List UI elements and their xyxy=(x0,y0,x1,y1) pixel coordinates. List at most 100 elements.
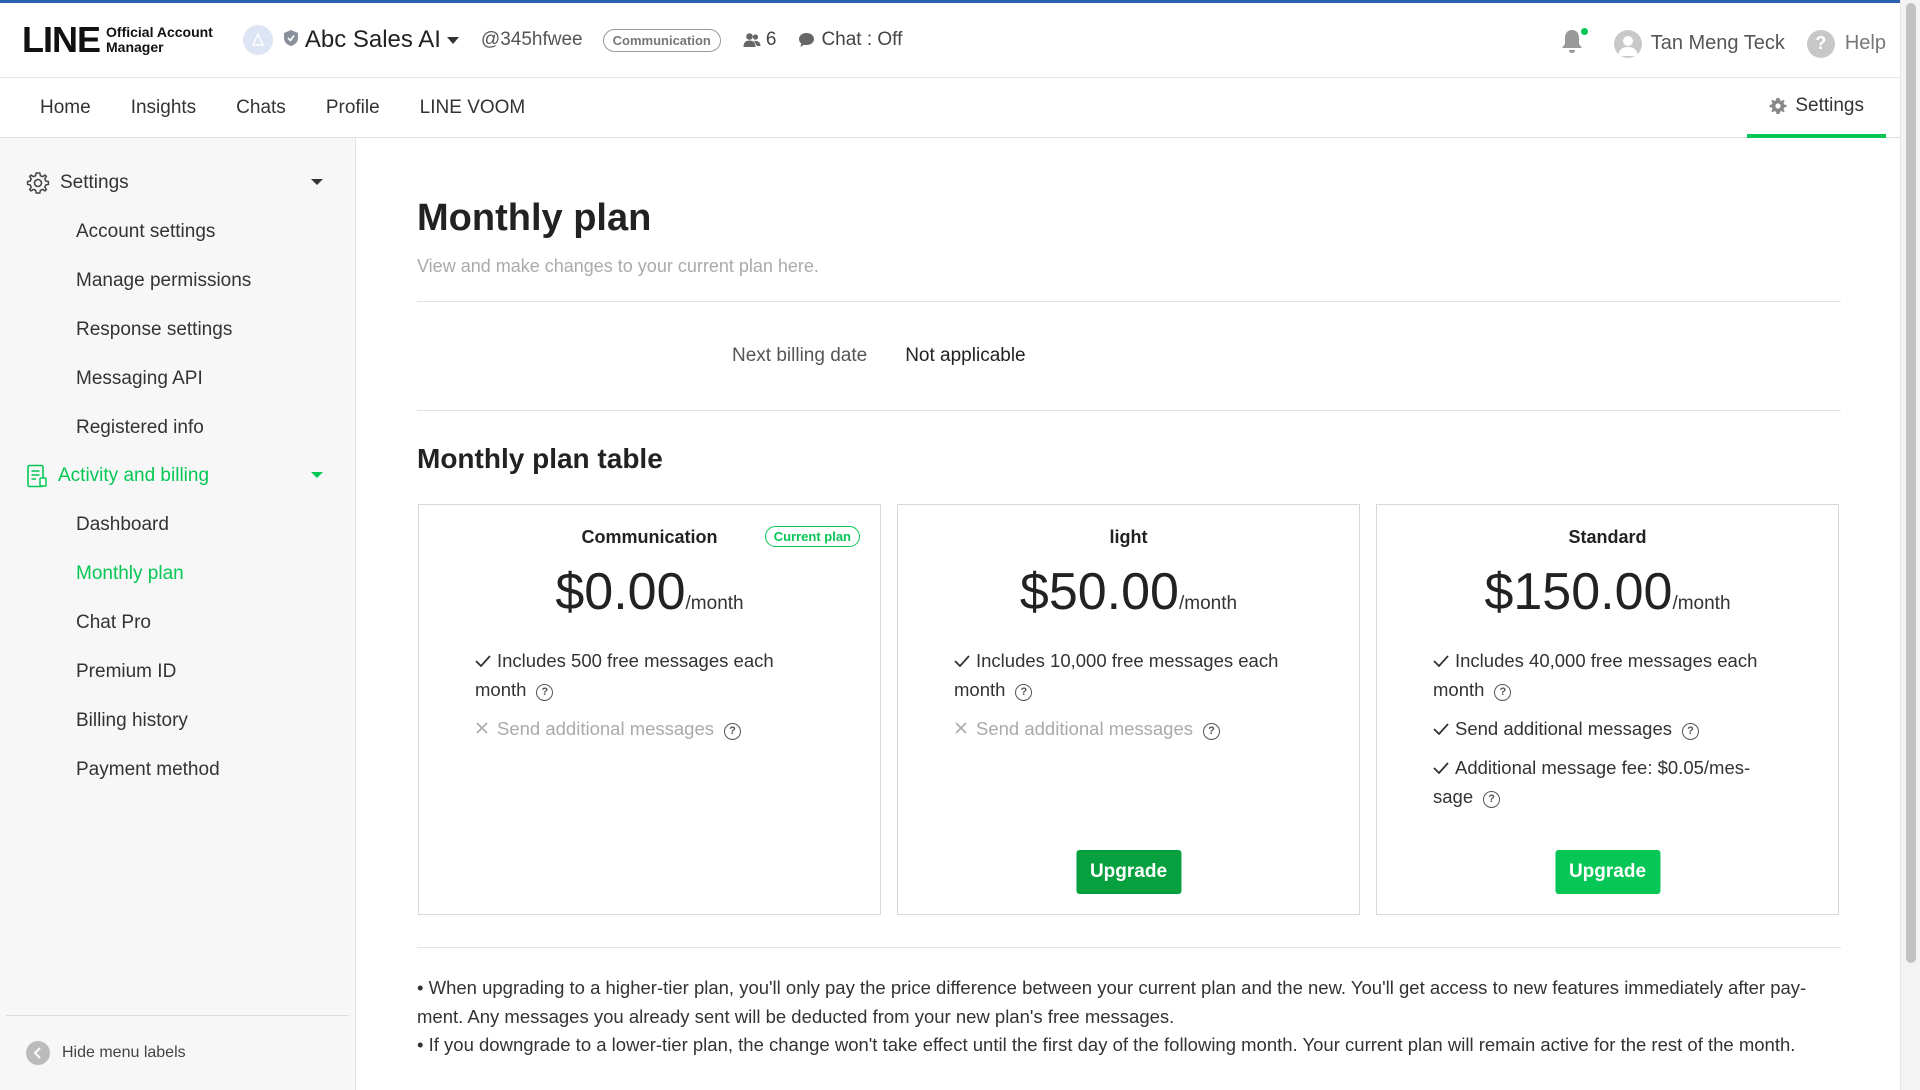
nav-insights[interactable]: Insights xyxy=(111,78,216,138)
hide-menu-labels-label: Hide menu labels xyxy=(62,1044,186,1061)
x-icon xyxy=(475,714,491,743)
x-icon xyxy=(954,714,970,743)
feature-excluded: Send additional messages? xyxy=(954,714,1303,743)
sidebar-item-registered-info[interactable]: Registered info xyxy=(0,403,355,452)
bell-icon[interactable] xyxy=(1560,26,1590,59)
scrollbar-thumb[interactable] xyxy=(1906,3,1916,963)
check-icon xyxy=(1433,646,1449,675)
note-downgrade: • If you downgrade to a lower-tier plan,… xyxy=(417,1034,1796,1055)
help-label: Help xyxy=(1844,32,1886,54)
check-icon xyxy=(1433,714,1449,743)
feature-included: Additional message fee: $0.05/mes-sage? xyxy=(1433,753,1782,811)
chevron-down-icon[interactable] xyxy=(311,179,323,185)
plan-price: $150.00/month xyxy=(1377,562,1838,622)
current-plan-badge: Current plan xyxy=(764,526,860,547)
nav-settings[interactable]: Settings xyxy=(1747,78,1886,138)
logo-sub-line1: Official Account xyxy=(106,24,213,40)
plan-card-light: light $50.00/month Includes 10,000 free … xyxy=(897,504,1360,915)
feature-text: Additional message fee: $0.05/mes-sage xyxy=(1433,757,1751,807)
check-icon xyxy=(1433,753,1449,782)
plan-card-communication: Communication Current plan $0.00/month I… xyxy=(418,504,881,915)
billing-date-row: Next billing date Not applicable xyxy=(417,302,1841,410)
upgrade-light-button[interactable]: Upgrade xyxy=(1075,850,1182,894)
plan-features: Includes 10,000 free messages each month… xyxy=(898,646,1359,743)
check-icon xyxy=(954,646,970,675)
sidebar-item-manage-permissions[interactable]: Manage permissions xyxy=(0,256,355,305)
line-oa-logo[interactable]: LINE Official Account Manager xyxy=(22,19,213,61)
sidebar-item-payment-method[interactable]: Payment method xyxy=(0,745,355,794)
help-circle-icon[interactable]: ? xyxy=(1483,791,1501,808)
nav-chats[interactable]: Chats xyxy=(216,78,306,138)
sidebar-section-activity-billing[interactable]: Activity and billing xyxy=(0,452,355,500)
sidebar: Settings Account settings Manage permiss… xyxy=(0,138,356,1090)
feature-text: Includes 10,000 free messages each month xyxy=(954,650,1279,700)
sidebar-item-premium-id[interactable]: Premium ID xyxy=(0,647,355,696)
friends-count-value: 6 xyxy=(765,29,777,50)
page-scrollbar[interactable] xyxy=(1900,0,1920,1090)
shield-icon xyxy=(283,29,299,52)
account-id: @345hfwee xyxy=(480,29,583,50)
page-title: Monthly plan xyxy=(417,197,652,239)
user-avatar-icon xyxy=(1613,29,1642,58)
main-nav: Home Insights Chats Profile LINE VOOM Se… xyxy=(0,78,1900,138)
plan-price: $50.00/month xyxy=(898,562,1359,622)
help-circle-icon[interactable]: ? xyxy=(1494,684,1512,701)
check-icon xyxy=(475,646,491,675)
feature-text: Send additional messages xyxy=(497,718,715,739)
account-name-dropdown[interactable]: Abc Sales AI xyxy=(305,26,441,54)
plan-price: $0.00/month xyxy=(419,562,880,622)
plan-features: Includes 500 free messages each month? S… xyxy=(419,646,880,743)
user-menu[interactable]: Tan Meng Teck xyxy=(1613,29,1785,58)
plan-card-standard: Standard $150.00/month Includes 40,000 f… xyxy=(1376,504,1839,915)
help-link[interactable]: ? Help xyxy=(1806,29,1886,58)
hide-menu-labels-button[interactable]: Hide menu labels xyxy=(6,1015,349,1090)
sidebar-item-account-settings[interactable]: Account settings xyxy=(0,207,355,256)
plan-features: Includes 40,000 free messages each month… xyxy=(1377,646,1838,811)
nav-home[interactable]: Home xyxy=(0,78,111,138)
billing-date-label: Next billing date xyxy=(732,345,868,366)
feature-included: Includes 10,000 free messages each month… xyxy=(954,646,1303,704)
main-content: Monthly plan View and make changes to yo… xyxy=(417,138,1841,1060)
plan-price-amount: $0.00 xyxy=(555,563,686,621)
page-subtitle: View and make changes to your current pl… xyxy=(417,256,819,276)
gear-icon xyxy=(26,171,50,195)
nav-profile[interactable]: Profile xyxy=(306,78,400,138)
help-icon: ? xyxy=(1806,29,1835,58)
sidebar-item-monthly-plan[interactable]: Monthly plan xyxy=(0,549,355,598)
nav-line-voom[interactable]: LINE VOOM xyxy=(400,78,546,138)
top-bar: LINE Official Account Manager Abc Sales … xyxy=(0,0,1920,78)
plan-price-period: /month xyxy=(1178,593,1238,614)
plan-notes: • When upgrading to a higher-tier plan, … xyxy=(417,947,1841,1060)
feature-included: Includes 40,000 free messages each month… xyxy=(1433,646,1782,704)
logo-sub-line2: Manager xyxy=(106,39,164,55)
plan-name: light xyxy=(1109,527,1148,547)
help-circle-icon[interactable]: ? xyxy=(1682,723,1700,740)
sidebar-item-chat-pro[interactable]: Chat Pro xyxy=(0,598,355,647)
chat-status-label: Chat : Off xyxy=(821,29,903,50)
sidebar-item-messaging-api[interactable]: Messaging API xyxy=(0,354,355,403)
sidebar-item-dashboard[interactable]: Dashboard xyxy=(0,500,355,549)
sidebar-item-billing-history[interactable]: Billing history xyxy=(0,696,355,745)
gear-icon xyxy=(1769,98,1787,114)
help-circle-icon[interactable]: ? xyxy=(724,723,742,740)
sidebar-section-settings[interactable]: Settings xyxy=(0,159,355,207)
people-icon xyxy=(743,33,761,47)
sidebar-item-response-settings[interactable]: Response settings xyxy=(0,305,355,354)
chat-bubble-icon xyxy=(799,33,815,47)
plan-name: Standard xyxy=(1568,527,1647,547)
chevron-down-icon[interactable] xyxy=(311,472,323,478)
document-icon xyxy=(26,464,48,488)
friends-count: 6 xyxy=(743,29,777,51)
sidebar-section-billing-label: Activity and billing xyxy=(58,465,210,486)
plan-price-amount: $50.00 xyxy=(1019,563,1179,621)
feature-text: Send additional messages xyxy=(976,718,1194,739)
chat-status[interactable]: Chat : Off xyxy=(798,29,902,51)
chevron-down-icon[interactable] xyxy=(446,36,459,44)
upgrade-standard-button[interactable]: Upgrade xyxy=(1554,850,1661,894)
help-circle-icon[interactable]: ? xyxy=(536,684,554,701)
help-circle-icon[interactable]: ? xyxy=(1203,723,1221,740)
plan-table-title: Monthly plan table xyxy=(417,443,663,474)
help-circle-icon[interactable]: ? xyxy=(1015,684,1033,701)
top-right-tools: Tan Meng Teck ? Help xyxy=(1560,6,1886,81)
account-avatar-icon[interactable] xyxy=(242,25,273,55)
